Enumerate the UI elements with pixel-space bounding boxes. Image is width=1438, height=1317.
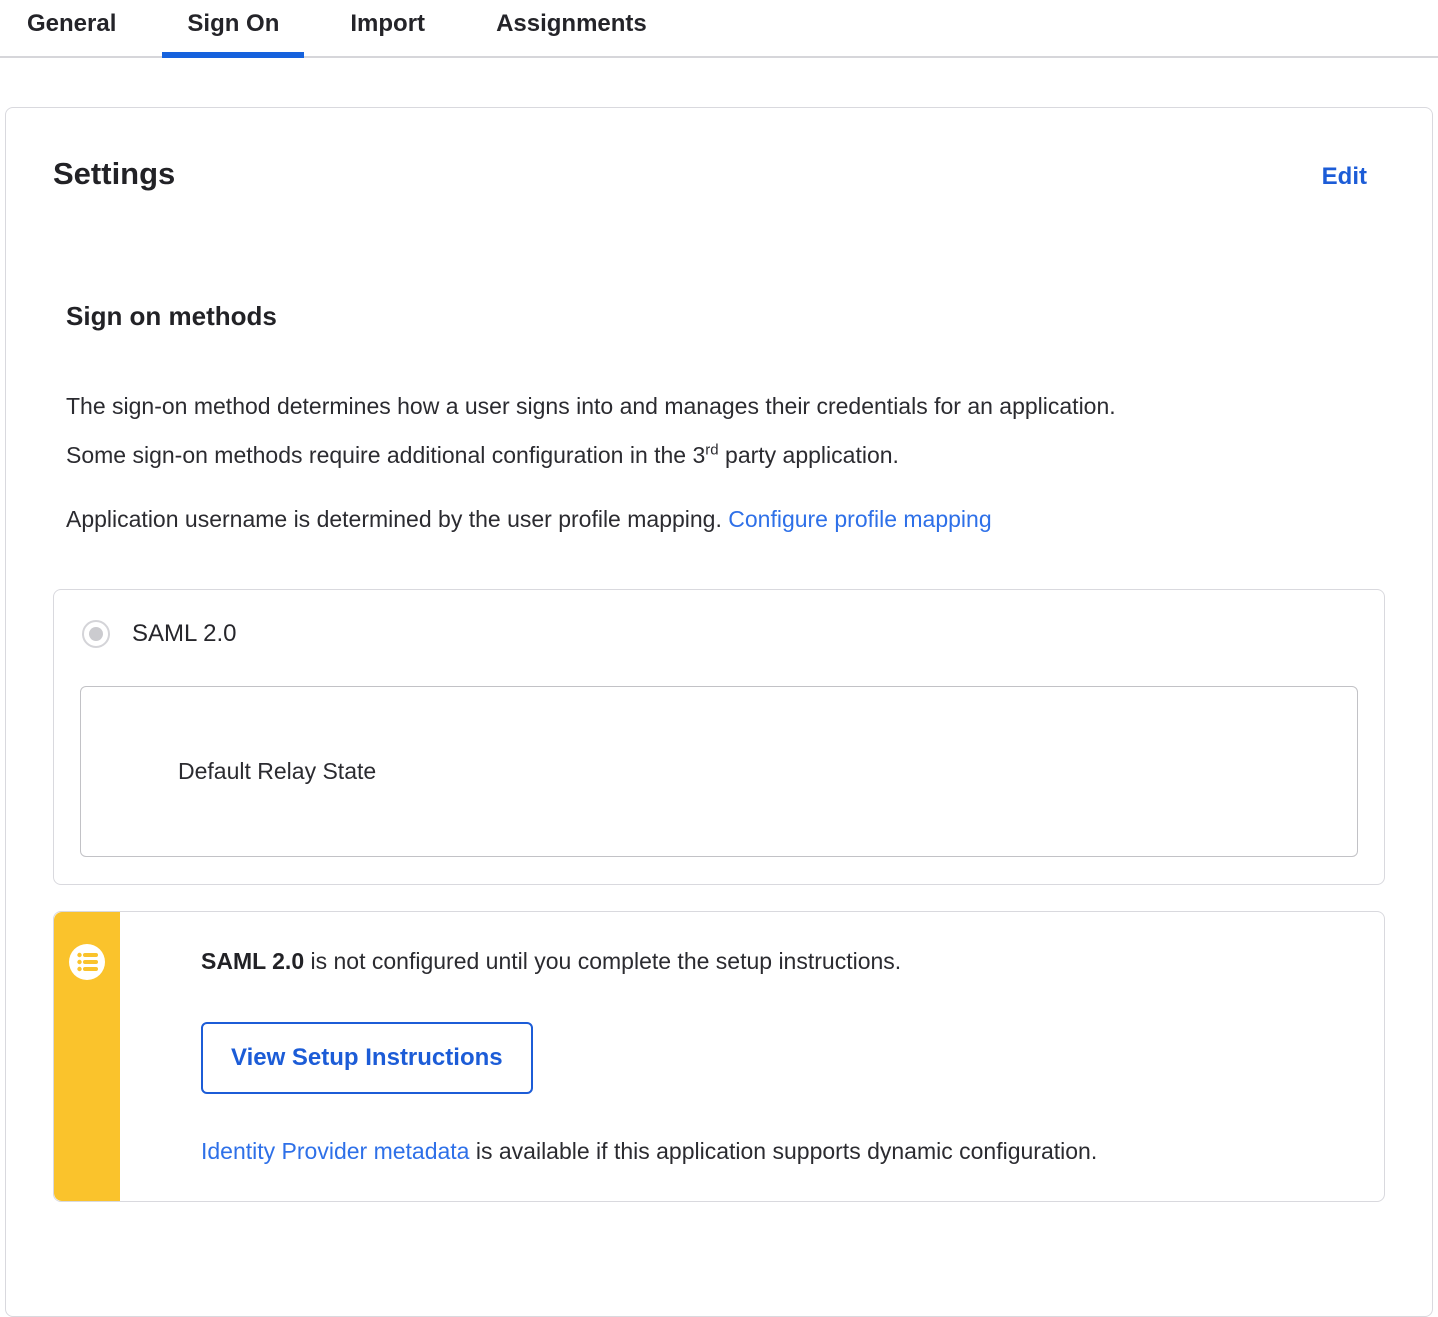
callout-body: SAML 2.0 is not configured until you com… <box>120 912 1384 1201</box>
ordinal-superscript: rd <box>705 441 719 459</box>
identity-provider-metadata-link[interactable]: Identity Provider metadata <box>201 1138 469 1164</box>
profile-mapping-text: Application username is determined by th… <box>66 506 729 532</box>
saml-warning-callout: SAML 2.0 is not configured until you com… <box>53 911 1385 1202</box>
tab-sign-on[interactable]: Sign On <box>162 0 305 58</box>
saml-method-box: SAML 2.0 Default Relay State <box>53 589 1385 885</box>
saml-radio-row: SAML 2.0 <box>80 620 1358 648</box>
tab-import[interactable]: Import <box>325 0 450 58</box>
tab-assignments[interactable]: Assignments <box>471 0 672 58</box>
sign-on-methods-heading: Sign on methods <box>66 301 277 331</box>
description-text: The sign-on method determines how a user… <box>66 393 1116 468</box>
description-text-end: party application. <box>718 442 899 468</box>
settings-card: Settings Edit Sign on methods The sign-o… <box>5 107 1433 1317</box>
callout-message: SAML 2.0 is not configured until you com… <box>201 946 1344 976</box>
saml-radio-button[interactable] <box>82 620 110 648</box>
view-setup-instructions-button[interactable]: View Setup Instructions <box>201 1022 533 1094</box>
default-relay-state-label: Default Relay State <box>178 758 377 784</box>
default-relay-state-box: Default Relay State <box>80 686 1358 857</box>
callout-footer: Identity Provider metadata is available … <box>201 1136 1344 1166</box>
edit-link[interactable]: Edit <box>1322 163 1367 191</box>
app-tab-bar: General Sign On Import Assignments <box>0 0 1438 58</box>
callout-footer-text: is available if this application support… <box>469 1138 1098 1164</box>
setup-list-icon <box>68 943 106 1201</box>
saml-radio-label: SAML 2.0 <box>132 620 237 647</box>
callout-accent-bar <box>54 912 120 1201</box>
profile-mapping-note: Application username is determined by th… <box>66 502 1141 536</box>
page-title: Settings <box>53 156 176 191</box>
settings-card-header: Settings Edit <box>53 156 1385 192</box>
callout-message-bold: SAML 2.0 <box>201 948 305 974</box>
configure-profile-mapping-link[interactable]: Configure profile mapping <box>728 506 991 532</box>
tab-general[interactable]: General <box>2 0 141 58</box>
callout-message-text: is not configured until you complete the… <box>304 948 902 974</box>
sign-on-methods-description: The sign-on method determines how a user… <box>66 382 1141 480</box>
